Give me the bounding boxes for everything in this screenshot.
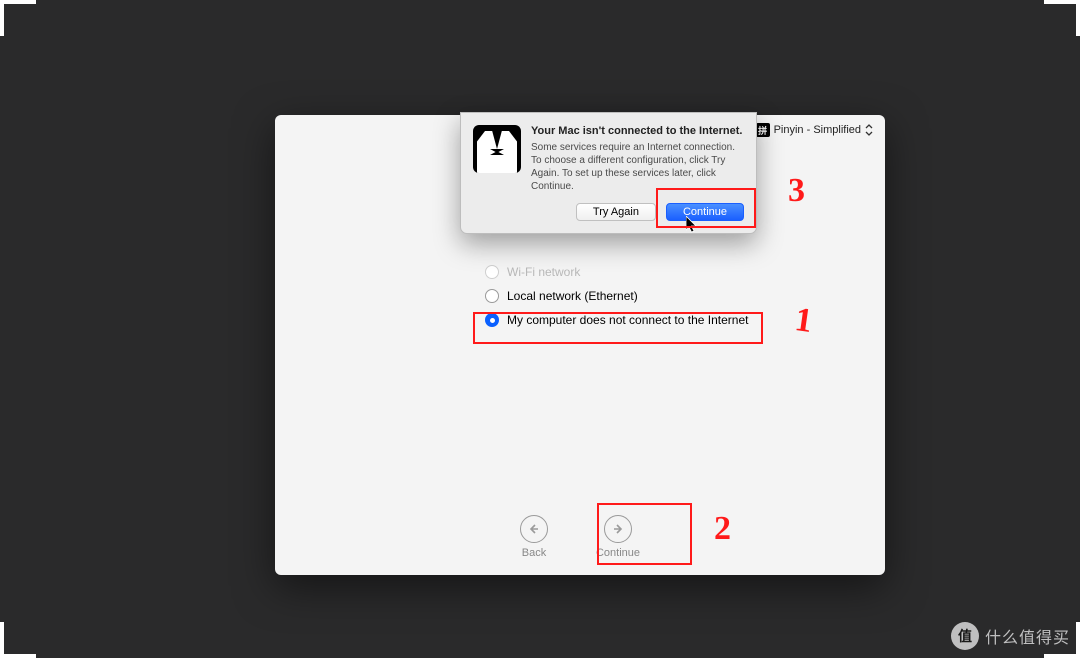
annotation-box-1: [473, 312, 763, 344]
watermark-text: 什么值得买: [985, 624, 1070, 648]
dialog-body-text: Some services require an Internet connec…: [531, 141, 744, 193]
arrow-left-icon: [520, 515, 548, 543]
annotation-box-3: [656, 188, 756, 228]
annotation-number-2: 2: [714, 510, 731, 548]
radio-label: Local network (Ethernet): [507, 289, 638, 303]
setup-assistant-icon: [473, 125, 521, 173]
dialog-title: Your Mac isn't connected to the Internet…: [531, 125, 744, 137]
watermark: 值 什么值得买: [951, 622, 1070, 650]
input-method-indicator[interactable]: 拼 Pinyin - Simplified: [756, 123, 873, 137]
radio-wifi-network[interactable]: Wi-Fi network: [485, 265, 748, 279]
navigation-buttons: Back Continue: [275, 515, 885, 559]
radio-button-icon: [485, 265, 499, 279]
annotation-box-2: [597, 503, 692, 565]
ime-icon: 拼: [756, 123, 770, 137]
radio-label: Wi-Fi network: [507, 265, 580, 279]
annotation-number-3: 3: [788, 172, 805, 210]
radio-button-icon: [485, 289, 499, 303]
try-again-button[interactable]: Try Again: [576, 203, 656, 221]
radio-local-network[interactable]: Local network (Ethernet): [485, 289, 748, 303]
watermark-badge-icon: 值: [951, 622, 979, 650]
chevron-up-down-icon: [865, 124, 873, 136]
back-label: Back: [522, 547, 546, 559]
ime-label: Pinyin - Simplified: [774, 124, 861, 136]
back-button[interactable]: Back: [520, 515, 548, 559]
